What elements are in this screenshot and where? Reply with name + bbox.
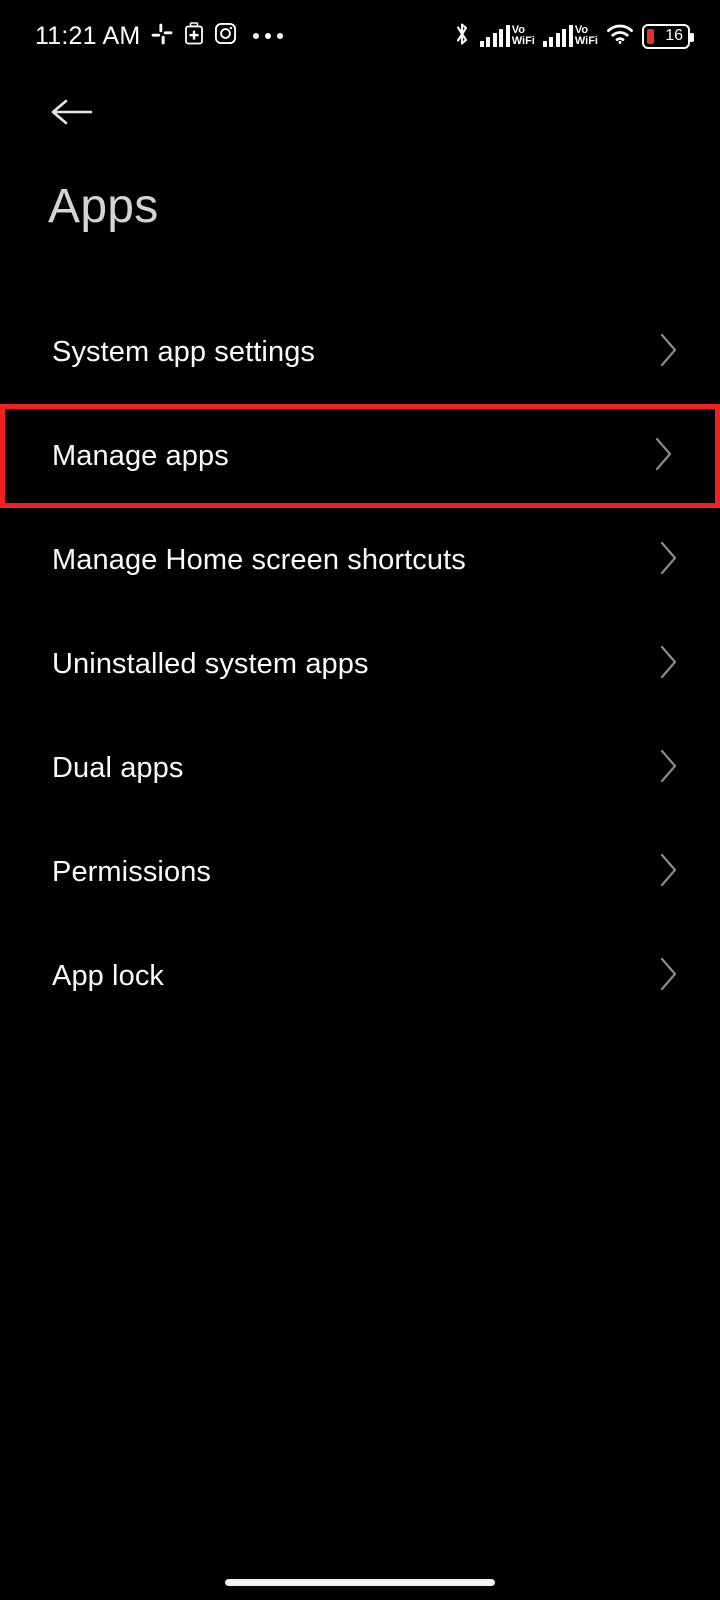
chevron-right-icon [658, 851, 680, 894]
list-item-uninstalled-system-apps[interactable]: Uninstalled system apps [0, 612, 720, 716]
signal-group-sim1: Vo WiFi [479, 23, 535, 47]
battery-level-text: 16 [665, 27, 683, 44]
vowifi-label-sim1: Vo WiFi [511, 23, 535, 47]
list-item-label: Dual apps [52, 751, 184, 784]
chevron-right-icon [658, 955, 680, 998]
status-bar-clock: 11:21 AM [35, 21, 141, 50]
back-arrow-icon [50, 96, 94, 133]
medical-kit-icon [184, 21, 204, 51]
signal-icon-sim2 [542, 25, 573, 47]
list-item-manage-home-screen-shortcuts[interactable]: Manage Home screen shortcuts [0, 508, 720, 612]
signal-group-sim2: Vo WiFi [542, 23, 598, 47]
list-item-dual-apps[interactable]: Dual apps [0, 716, 720, 820]
chevron-right-icon [658, 331, 680, 374]
chevron-right-icon [653, 435, 675, 478]
chevron-right-icon [658, 747, 680, 790]
list-item-permissions[interactable]: Permissions [0, 820, 720, 924]
slack-icon [150, 22, 174, 51]
status-bar: 11:21 AM Vo WiFi Vo WiFi 16 [0, 0, 720, 72]
vowifi-label-sim2: Vo WiFi [574, 23, 598, 47]
phone-screen: 11:21 AM Vo WiFi Vo WiFi 16 Apps System … [0, 0, 720, 1600]
instagram-icon [214, 22, 237, 50]
list-item-label: Manage Home screen shortcuts [52, 543, 466, 576]
page-title: Apps [48, 180, 159, 233]
list-item-label: System app settings [52, 335, 316, 368]
list-item-system-app-settings[interactable]: System app settings [0, 300, 720, 404]
list-item-app-lock[interactable]: App lock [0, 924, 720, 1028]
battery-fill [647, 28, 654, 44]
vowifi-line1-sim2: Vo [574, 23, 589, 36]
vowifi-line2-sim1: WiFi [511, 34, 535, 47]
list-item-label: Permissions [52, 855, 212, 888]
home-gesture-bar[interactable] [225, 1579, 495, 1586]
vowifi-line1-sim1: Vo [511, 23, 525, 36]
list-item-label: Uninstalled system apps [52, 647, 369, 680]
wifi-icon [606, 23, 634, 50]
settings-list: System app settings Manage apps Manage H… [0, 300, 720, 1028]
chevron-right-icon [658, 643, 680, 686]
list-item-manage-apps[interactable]: Manage apps [0, 404, 720, 508]
status-bar-left: 11:21 AM [35, 21, 284, 51]
back-button[interactable] [44, 90, 100, 138]
signal-icon-sim1 [479, 25, 510, 47]
chevron-right-icon [658, 539, 680, 582]
status-bar-right: Vo WiFi Vo WiFi 16 [452, 21, 694, 52]
battery-icon: 16 [642, 23, 694, 49]
bluetooth-icon [452, 21, 472, 52]
vowifi-line2-sim2: WiFi [574, 34, 598, 47]
more-notifications-icon [253, 33, 284, 39]
list-item-label: Manage apps [52, 439, 229, 472]
list-item-label: App lock [52, 959, 165, 992]
